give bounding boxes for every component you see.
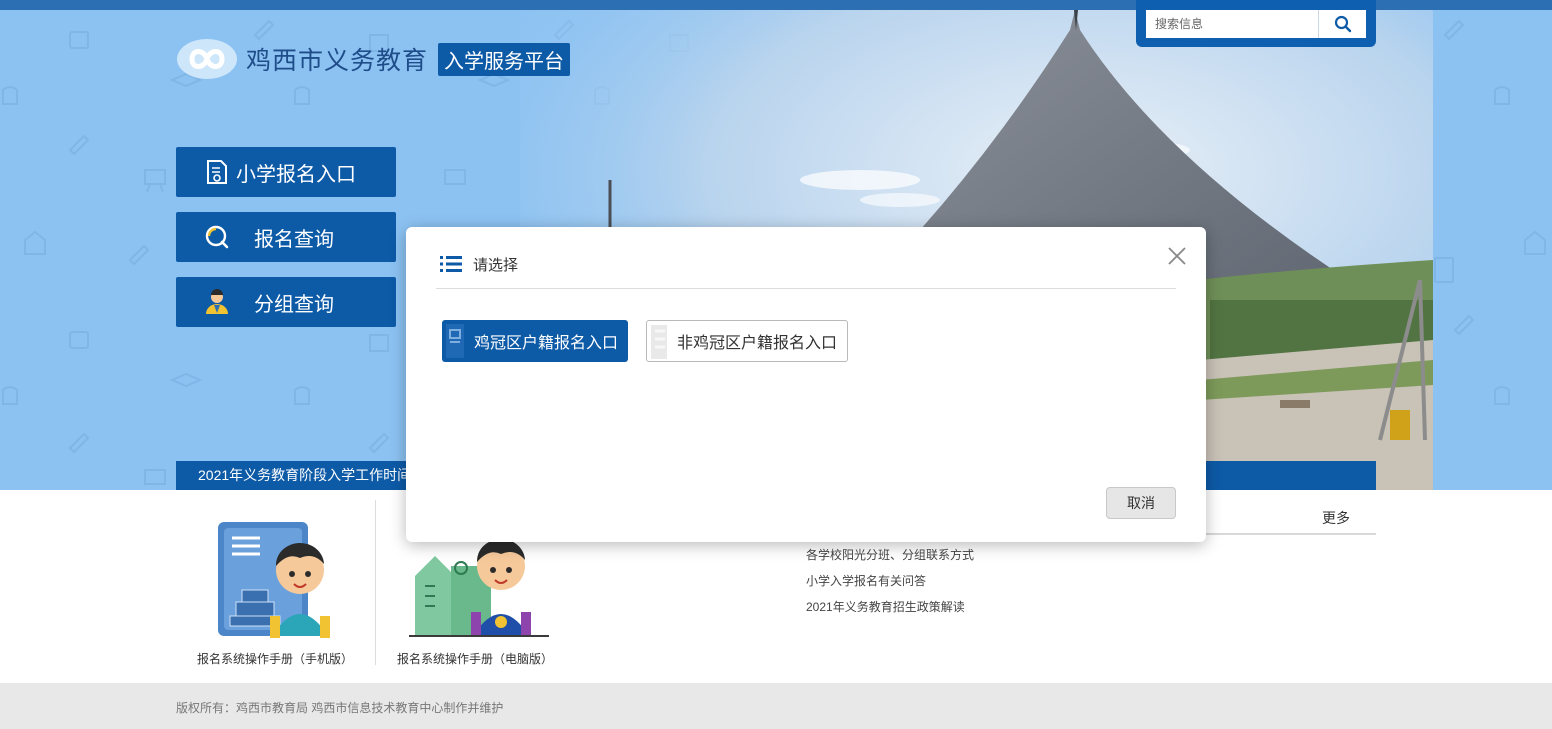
cancel-button[interactable]: 取消 xyxy=(1106,487,1176,519)
guide-divider xyxy=(375,500,376,665)
nav-label-query: 报名查询 xyxy=(254,228,334,251)
news-item[interactable]: 2021年义务教育招生政策解读 xyxy=(806,598,965,615)
household-register-icon xyxy=(446,324,464,358)
list-icon xyxy=(440,256,462,272)
user-icon xyxy=(202,287,232,317)
modal-title: 请选择 xyxy=(473,257,519,274)
news-item[interactable]: 小学入学报名有关问答 xyxy=(806,572,926,589)
option-local-registration-button[interactable]: 鸡冠区户籍报名入口 xyxy=(442,320,628,362)
selection-modal: 请选择 鸡冠区户籍报名入口 非鸡冠区户籍报名入口 取消 xyxy=(406,227,1206,542)
search-input[interactable] xyxy=(1146,10,1318,38)
guide-label-mobile: 报名系统操作手册（手机版） xyxy=(196,652,353,666)
copyright-text: 版权所有：鸡西市教育局 鸡西市信息技术教育中心制作并维护 xyxy=(176,701,504,715)
guide-label-desktop: 报名系统操作手册（电脑版） xyxy=(396,652,553,666)
modal-header: 请选择 xyxy=(436,227,1176,289)
search-icon xyxy=(1334,15,1351,33)
mobile-guide-illustration xyxy=(218,522,330,638)
nav-label-group: 分组查询 xyxy=(254,293,334,316)
option-label: 鸡冠区户籍报名入口 xyxy=(473,335,618,352)
platform-badge: 入学服务平台 xyxy=(438,42,571,76)
document-icon xyxy=(202,157,232,187)
site-logo[interactable]: 鸡西市义务教育 入学服务平台 xyxy=(176,38,571,80)
close-icon[interactable] xyxy=(1166,245,1188,267)
nav-label-registration: 小学报名入口 xyxy=(236,163,356,186)
footer: 版权所有：鸡西市教育局 鸡西市信息技术教育中心制作并维护 xyxy=(0,683,1552,729)
notice-text: 2021年义务教育阶段入学工作时间 xyxy=(198,467,412,483)
search-button[interactable] xyxy=(1318,10,1366,38)
infinity-logo-icon xyxy=(177,39,237,79)
search-box xyxy=(1136,0,1376,47)
news-item[interactable]: 各学校阳光分班、分组联系方式 xyxy=(806,546,974,563)
registration-query-button[interactable]: 报名查询 xyxy=(176,212,396,262)
site-title: 鸡西市义务教育 xyxy=(246,47,429,75)
magnifier-icon xyxy=(202,222,232,252)
household-register-icon xyxy=(651,325,667,359)
option-label: 非鸡冠区户籍报名入口 xyxy=(676,335,837,352)
primary-registration-button[interactable]: 小学报名入口 xyxy=(176,147,396,197)
option-nonlocal-registration-button[interactable]: 非鸡冠区户籍报名入口 xyxy=(646,320,848,362)
group-query-button[interactable]: 分组查询 xyxy=(176,277,396,327)
news-more-link[interactable]: 更多 xyxy=(1322,508,1350,528)
